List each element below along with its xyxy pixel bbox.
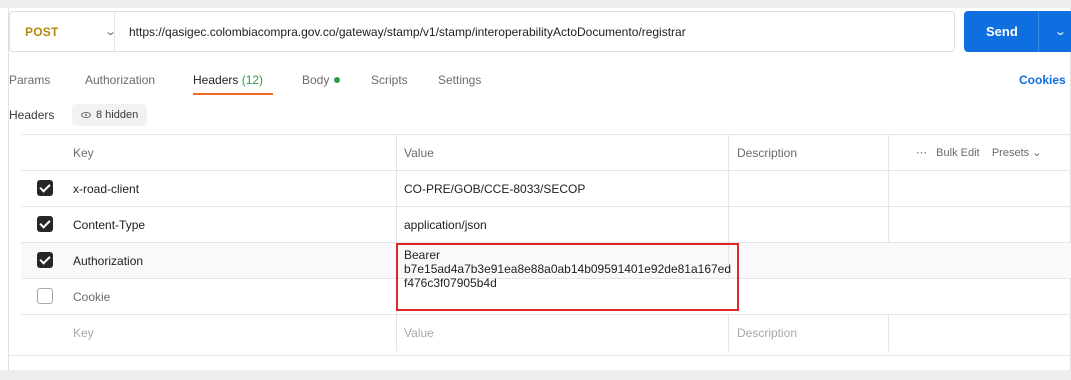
- tab-settings[interactable]: Settings: [438, 73, 481, 87]
- header-key[interactable]: Authorization: [73, 243, 143, 278]
- column-divider: [728, 315, 729, 351]
- column-value: Value: [404, 145, 434, 160]
- request-url-bar: POST ⌄ https://qasigec.colombiacompra.go…: [9, 11, 955, 52]
- table-row: Content-Type application/json: [21, 206, 1071, 243]
- tab-headers[interactable]: Headers (12): [193, 73, 263, 87]
- new-value-input[interactable]: Value: [404, 315, 434, 350]
- body-status-dot-icon: [334, 77, 341, 83]
- presets-button[interactable]: Presets ⌄: [992, 147, 1042, 159]
- column-divider: [728, 171, 729, 207]
- table-actions: ⋯ Bulk Edit Presets ⌄: [916, 146, 1041, 159]
- row-checkbox[interactable]: [37, 216, 53, 232]
- highlight-box: [396, 243, 739, 311]
- header-key[interactable]: x-road-client: [73, 171, 139, 206]
- hidden-headers-toggle[interactable]: 8 hidden: [72, 104, 148, 126]
- row-checkbox[interactable]: [37, 180, 53, 196]
- new-key-input[interactable]: Key: [73, 315, 94, 350]
- send-button[interactable]: Send ⌄: [964, 11, 1071, 52]
- tab-body-label: Body: [302, 73, 330, 87]
- window-top-edge: [0, 0, 1071, 8]
- column-key: Key: [73, 145, 94, 160]
- column-divider: [728, 207, 729, 243]
- header-value[interactable]: CO-PRE/GOB/CCE-8033/SECOP: [404, 171, 585, 206]
- tab-body[interactable]: Body: [302, 73, 341, 87]
- column-divider: [396, 207, 397, 243]
- column-divider: [888, 171, 889, 207]
- column-divider: [728, 135, 729, 171]
- tab-scripts[interactable]: Scripts: [371, 73, 408, 87]
- window-left-edge: [8, 8, 9, 370]
- column-divider: [888, 135, 889, 171]
- method-label: POST: [25, 24, 59, 39]
- hidden-headers-label: 8 hidden: [96, 109, 139, 121]
- chevron-down-icon: ⌄: [1032, 147, 1042, 159]
- tab-headers-label: Headers: [193, 73, 239, 87]
- tab-authorization[interactable]: Authorization: [85, 73, 155, 87]
- column-divider: [396, 135, 397, 171]
- tab-headers-count: (12): [241, 73, 264, 87]
- table-row: x-road-client CO-PRE/GOB/CCE-8033/SECOP: [21, 170, 1071, 207]
- column-divider: [396, 315, 397, 351]
- header-value[interactable]: application/json: [404, 207, 487, 242]
- window-bottom-edge: [0, 370, 1071, 380]
- column-description: Description: [737, 145, 798, 160]
- url-input[interactable]: https://qasigec.colombiacompra.gov.co/ga…: [115, 25, 686, 39]
- tab-params[interactable]: Params: [9, 73, 50, 87]
- active-tab-indicator: [193, 93, 273, 95]
- request-tabs: Params Authorization Headers (12) Body S…: [0, 66, 1071, 96]
- table-row-placeholder: Key Value Description: [21, 314, 1071, 351]
- more-options-icon[interactable]: ⋯: [916, 147, 927, 159]
- new-description-input[interactable]: Description: [737, 315, 797, 350]
- bulk-edit-button[interactable]: Bulk Edit: [936, 147, 979, 159]
- presets-label: Presets: [991, 147, 1030, 159]
- send-label: Send: [986, 24, 1018, 39]
- row-checkbox[interactable]: [37, 288, 53, 304]
- column-divider: [888, 207, 889, 243]
- chevron-down-icon: ⌄: [104, 26, 118, 38]
- row-checkbox[interactable]: [37, 252, 53, 268]
- cookies-link[interactable]: Cookies: [1019, 73, 1066, 87]
- method-select[interactable]: POST ⌄: [10, 12, 118, 51]
- chevron-down-icon[interactable]: ⌄: [1034, 25, 1067, 38]
- header-key[interactable]: Content-Type: [73, 207, 145, 242]
- header-key[interactable]: Cookie: [73, 279, 110, 314]
- table-bottom-border: [9, 355, 1071, 356]
- eye-icon: [81, 112, 91, 118]
- column-divider: [396, 171, 397, 207]
- headers-section-label: Headers: [9, 108, 55, 122]
- column-divider: [888, 315, 889, 351]
- postman-window: POST ⌄ https://qasigec.colombiacompra.go…: [0, 0, 1071, 380]
- table-header-row: Key Value Description ⋯ Bulk Edit Preset…: [21, 134, 1071, 171]
